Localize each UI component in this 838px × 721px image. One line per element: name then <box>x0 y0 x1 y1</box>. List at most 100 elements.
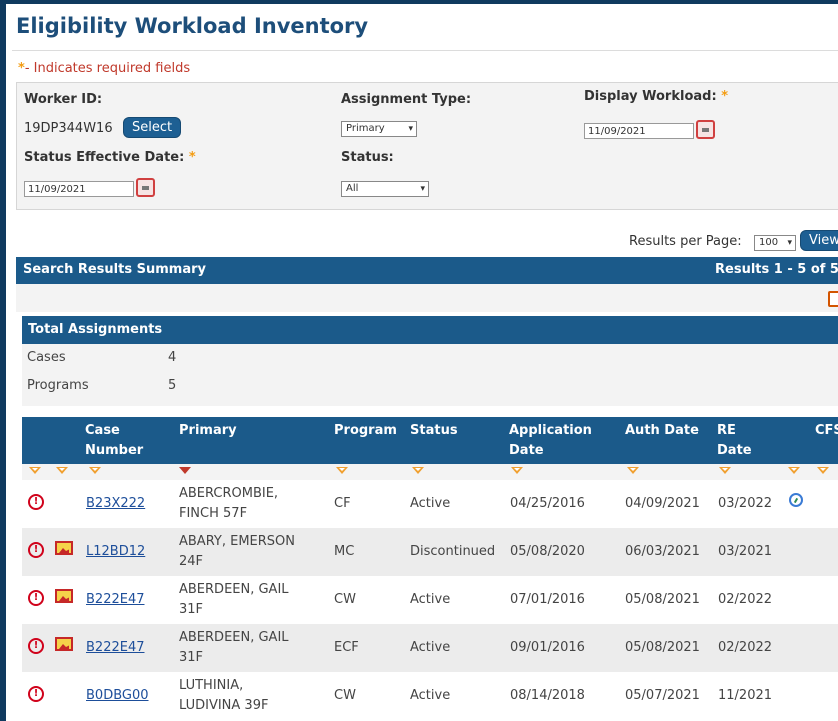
totals-cases-value: 4 <box>168 350 177 365</box>
worker-id-label: Worker ID: <box>24 92 103 107</box>
gauge-icon[interactable] <box>789 493 803 507</box>
sort-arrow-icon[interactable] <box>788 467 800 474</box>
application-date-cell: 05/08/2020 <box>510 544 585 559</box>
header-cfs[interactable]: CFS <box>815 421 838 441</box>
alert-icon[interactable]: ! <box>28 590 44 606</box>
required-star-icon: * <box>18 61 25 76</box>
title-divider <box>12 50 838 51</box>
header-application-date[interactable]: Application Date <box>509 421 592 461</box>
sort-arrow-active-icon[interactable] <box>179 467 191 474</box>
sort-controls-row <box>22 464 838 480</box>
required-star-icon: * <box>721 89 728 104</box>
view-button[interactable]: View <box>800 230 838 251</box>
sort-arrow-icon[interactable] <box>627 467 639 474</box>
select-worker-button[interactable]: Select <box>123 117 182 138</box>
chevron-down-icon: ▾ <box>787 238 792 248</box>
header-status[interactable]: Status <box>410 421 458 441</box>
results-table-header: Case Number Primary Program Status Applic… <box>22 417 838 464</box>
status-effective-date-label: Status Effective Date: * <box>24 150 196 165</box>
primary-name: LUTHINIA, LUDIVINA 39F <box>179 678 269 713</box>
calendar-icon[interactable] <box>696 120 715 139</box>
case-number-link[interactable]: B0DBG00 <box>86 686 149 706</box>
status-label: Status: <box>341 150 394 165</box>
assignment-type-select[interactable]: Primary ▾ <box>341 121 417 137</box>
image-icon[interactable] <box>55 589 73 603</box>
alert-icon[interactable]: ! <box>28 494 44 510</box>
image-icon[interactable] <box>55 637 73 651</box>
search-criteria-panel: Worker ID: 19DP344W16 Select Assignment … <box>16 82 838 210</box>
display-workload-date-input[interactable]: 11/09/2021 <box>584 123 694 139</box>
sort-arrow-icon[interactable] <box>412 467 424 474</box>
primary-name: ABERDEEN, GAIL 31F <box>179 630 289 665</box>
program-cell: CF <box>334 496 351 511</box>
status-select[interactable]: All ▾ <box>341 181 429 197</box>
totals-panel: Cases 4 Programs 5 <box>22 344 838 406</box>
application-date-cell: 07/01/2016 <box>510 592 585 607</box>
application-date-cell: 09/01/2016 <box>510 640 585 655</box>
table-row: ! L12BD12 ABARY, EMERSON 24F MC Discontin… <box>22 528 838 576</box>
status-cell: Active <box>410 640 451 655</box>
header-case-number[interactable]: Case Number <box>85 421 143 461</box>
auth-date-cell: 04/09/2021 <box>625 496 700 511</box>
program-cell: CW <box>334 688 356 703</box>
re-date-cell: 11/2021 <box>718 688 773 703</box>
header-auth-date[interactable]: Auth Date <box>625 421 699 441</box>
header-program[interactable]: Program <box>334 421 397 441</box>
alert-icon[interactable]: ! <box>28 686 44 702</box>
re-date-cell: 03/2021 <box>718 544 773 559</box>
workload-inventory-page: Eligibility Workload Inventory *- Indica… <box>0 0 838 721</box>
search-results-summary-bar: Search Results Summary Results 1 - 5 of … <box>16 257 838 284</box>
case-number-link[interactable]: L12BD12 <box>86 542 145 562</box>
results-per-page-select[interactable]: 100 ▾ <box>754 235 796 251</box>
worker-id-value: 19DP344W16 <box>24 121 113 136</box>
auth-date-cell: 05/08/2021 <box>625 640 700 655</box>
case-number-link[interactable]: B23X222 <box>86 494 145 514</box>
program-cell: MC <box>334 544 355 559</box>
table-row: ! B23X222 ABERCROMBIE, FINCH 57F CF Activ… <box>22 480 838 528</box>
export-pdf-icon[interactable] <box>828 291 838 307</box>
totals-title: Total Assignments <box>28 322 163 337</box>
summary-toolbar <box>16 284 838 312</box>
case-number-link[interactable]: B222E47 <box>86 590 145 610</box>
totals-programs-value: 5 <box>168 378 177 393</box>
chevron-down-icon: ▾ <box>420 184 425 194</box>
primary-name: ABERCROMBIE, FINCH 57F <box>179 486 279 521</box>
required-star-icon: * <box>188 150 196 165</box>
sort-arrow-icon[interactable] <box>29 467 41 474</box>
summary-title: Search Results Summary <box>23 262 206 277</box>
status-cell: Active <box>410 688 451 703</box>
status-effective-date-input[interactable]: 11/09/2021 <box>24 181 134 197</box>
page-title: Eligibility Workload Inventory <box>16 14 369 38</box>
sort-arrow-icon[interactable] <box>89 467 101 474</box>
primary-name: ABERDEEN, GAIL 31F <box>179 582 289 617</box>
application-date-cell: 08/14/2018 <box>510 688 585 703</box>
sort-arrow-icon[interactable] <box>336 467 348 474</box>
sort-arrow-icon[interactable] <box>817 467 829 474</box>
image-icon[interactable] <box>55 541 73 555</box>
table-row: ! B222E47 ABERDEEN, GAIL 31F CW Active 07… <box>22 576 838 624</box>
calendar-icon[interactable] <box>136 178 155 197</box>
program-cell: CW <box>334 592 356 607</box>
case-number-link[interactable]: B222E47 <box>86 638 145 658</box>
required-fields-note: *- Indicates required fields <box>18 61 191 76</box>
assignment-type-label: Assignment Type: <box>341 92 472 107</box>
alert-icon[interactable]: ! <box>28 638 44 654</box>
auth-date-cell: 06/03/2021 <box>625 544 700 559</box>
header-re-date[interactable]: RE Date <box>717 421 752 461</box>
display-workload-label: Display Workload: * <box>584 89 728 104</box>
table-row: ! B222E47 ABERDEEN, GAIL 31F ECF Active 0… <box>22 624 838 672</box>
results-per-page-label: Results per Page: <box>629 234 742 249</box>
sort-arrow-icon[interactable] <box>56 467 68 474</box>
re-date-cell: 03/2022 <box>718 496 773 511</box>
status-cell: Discontinued <box>410 544 496 559</box>
sort-arrow-icon[interactable] <box>511 467 523 474</box>
header-primary[interactable]: Primary <box>179 421 237 441</box>
totals-programs-label: Programs <box>27 378 89 393</box>
results-count: Results 1 - 5 of 5 <box>715 262 838 277</box>
program-cell: ECF <box>334 640 359 655</box>
sort-arrow-icon[interactable] <box>719 467 731 474</box>
alert-icon[interactable]: ! <box>28 542 44 558</box>
auth-date-cell: 05/07/2021 <box>625 688 700 703</box>
status-cell: Active <box>410 592 451 607</box>
re-date-cell: 02/2022 <box>718 640 773 655</box>
